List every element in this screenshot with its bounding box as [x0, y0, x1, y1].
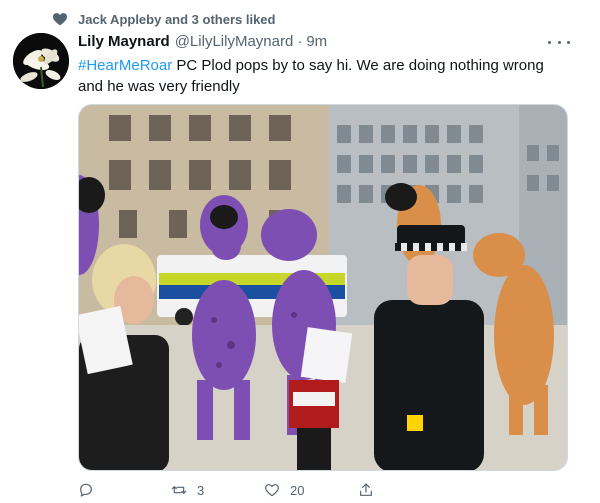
tweet-actions: 3 20: [78, 480, 568, 500]
like-button[interactable]: 20: [264, 480, 304, 500]
hashtag-link[interactable]: #HearMeRoar: [78, 57, 172, 74]
separator-dot: ·: [297, 33, 303, 50]
tweet-timestamp[interactable]: 9m: [306, 33, 327, 50]
retweet-button[interactable]: 3: [171, 480, 204, 500]
heart-icon: [53, 13, 67, 26]
reply-button[interactable]: [78, 480, 104, 500]
author-name[interactable]: Lily Maynard: [78, 33, 170, 50]
social-context: Jack Appleby and 3 others liked: [52, 9, 275, 29]
share-icon: [360, 483, 372, 496]
like-icon: [265, 484, 279, 497]
tweet-card[interactable]: Jack Appleby and 3 others liked Lily May…: [0, 0, 600, 503]
photo-scene: [79, 105, 567, 470]
author-handle[interactable]: @LilyLilyMaynard: [175, 33, 294, 50]
reply-icon: [80, 483, 92, 497]
share-button[interactable]: [358, 480, 384, 500]
tweet-text: #HearMeRoar PC Plod pops by to say hi. W…: [78, 55, 568, 97]
tweet-photo[interactable]: [78, 104, 568, 471]
more-options-icon[interactable]: [548, 35, 570, 49]
tweet-header: Lily Maynard @LilyLilyMaynard · 9m: [78, 33, 327, 50]
retweet-icon: [171, 486, 187, 494]
retweet-count: 3: [197, 482, 205, 498]
social-context-text[interactable]: Jack Appleby and 3 others liked: [78, 12, 275, 27]
avatar[interactable]: [13, 33, 69, 89]
like-count: 20: [290, 482, 305, 498]
